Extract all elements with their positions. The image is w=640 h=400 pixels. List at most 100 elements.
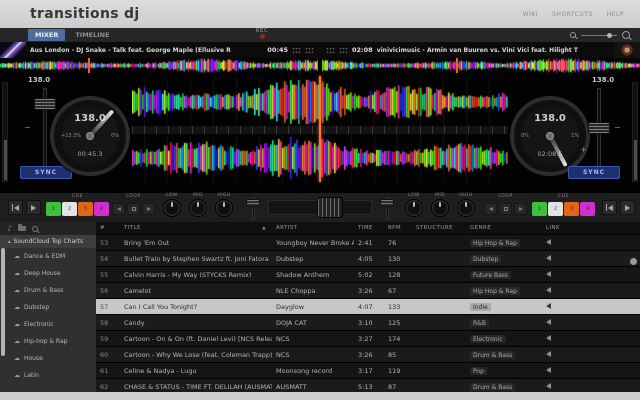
skip-back-icon — [12, 204, 14, 211]
cue-1-button[interactable]: 1 — [46, 202, 61, 216]
table-row[interactable]: 53Bring 'Em OutYoungboy Never Broke Aga2… — [96, 235, 640, 251]
sidebar-scrollbar[interactable] — [1, 248, 5, 356]
deck-a-skip-back-button[interactable] — [8, 200, 23, 215]
nav-help-link[interactable]: HELP — [607, 11, 624, 18]
cue-3-button[interactable]: 3 — [78, 202, 93, 216]
deck-b-sync-button[interactable]: SYNC — [568, 166, 620, 179]
tab-timeline[interactable]: TIMELINE — [68, 29, 116, 41]
playlist-grid-icon[interactable] — [339, 47, 348, 54]
music-note-icon[interactable]: ♪ — [7, 225, 12, 233]
cue-4-button[interactable]: 4 — [580, 202, 595, 216]
deck-a-jog-wheel[interactable]: 138.0 +13.3% 0% 00:45.3 — [50, 96, 130, 176]
col-time[interactable]: TIME — [354, 225, 384, 231]
eq-high-knob[interactable] — [215, 199, 233, 217]
deck-a-overview[interactable] — [0, 58, 318, 73]
deck-a-overview-waveform[interactable] — [0, 58, 318, 73]
deck-b-volume-handle[interactable] — [380, 199, 394, 207]
zoom-slider[interactable] — [581, 35, 617, 36]
sidebar-genre-item[interactable]: ☁Hip-hop & Rap — [0, 333, 96, 350]
sidebar-genre-item[interactable]: ☁Dance & EDM — [0, 248, 96, 265]
table-row[interactable]: 58CandyDOJA CAT3:10125R&B — [96, 315, 640, 331]
deck-b-overview[interactable] — [322, 58, 640, 73]
load-to-deck-icon[interactable] — [546, 239, 551, 245]
record-control[interactable]: REC — [248, 28, 276, 39]
nav-shortcuts-link[interactable]: SHORTCUTS — [552, 11, 593, 18]
load-to-deck-icon[interactable] — [546, 287, 551, 293]
library-table: # TITLE ▲ ARTIST TIME BPM STRUCTURE GENR… — [96, 222, 640, 392]
cue-4-button[interactable]: 4 — [94, 202, 109, 216]
col-link[interactable]: LINK — [542, 225, 572, 231]
folder-icon[interactable] — [18, 226, 26, 231]
load-to-deck-icon[interactable] — [546, 319, 551, 325]
load-to-deck-icon[interactable] — [546, 303, 551, 309]
sidebar-genre-item[interactable]: ☁Dubstep — [0, 299, 96, 316]
eq-low-knob[interactable] — [405, 199, 423, 217]
load-to-deck-icon[interactable] — [546, 351, 551, 357]
sidebar-genre-item[interactable]: ☁Electronic — [0, 316, 96, 333]
deck-a-volume-handle[interactable] — [246, 199, 260, 207]
eq-mid-knob[interactable] — [189, 199, 207, 217]
cue-3-button[interactable]: 3 — [564, 202, 579, 216]
table-row[interactable]: 60Cartoon - Why We Lose (feat. Coleman T… — [96, 347, 640, 363]
col-genre[interactable]: GENRE — [466, 225, 542, 231]
col-structure[interactable]: STRUCTURE — [412, 225, 466, 231]
load-to-deck-icon[interactable] — [546, 383, 551, 389]
sidebar-genre-item[interactable]: ☁House — [0, 350, 96, 367]
col-bpm[interactable]: BPM — [384, 225, 412, 231]
table-row[interactable]: 59Cartoon - On & On (ft. Daniel Levi) [N… — [96, 331, 640, 347]
table-row[interactable]: 61Celine & Nadya - LuguMoonsong record3:… — [96, 363, 640, 379]
cue-1-button[interactable]: 1 — [532, 202, 547, 216]
sidebar-root-item[interactable]: ▴ SoundCloud Top Charts — [0, 235, 96, 248]
loop-half-button[interactable] — [484, 203, 497, 215]
cell-artist: Dubstep — [272, 255, 354, 263]
zoom-out-icon[interactable] — [570, 32, 576, 38]
load-to-deck-icon[interactable] — [546, 367, 551, 373]
search-icon[interactable] — [32, 226, 38, 232]
loop-toggle-button[interactable] — [499, 203, 512, 215]
load-to-deck-icon[interactable] — [546, 255, 551, 261]
deck-b-skip-back-button[interactable] — [602, 200, 617, 215]
deck-b-play-button[interactable] — [620, 200, 635, 215]
playlist-grid-icon[interactable] — [292, 47, 301, 54]
deck-a-pitch-minus-icon[interactable]: − — [24, 124, 31, 132]
load-to-deck-icon[interactable] — [546, 335, 551, 341]
deck-b-pitch-minus-icon[interactable]: − — [614, 124, 621, 132]
deck-b-pitch-handle[interactable] — [588, 122, 610, 134]
deck-b-pitch-plus-icon[interactable]: + — [580, 146, 587, 154]
table-row[interactable]: 55Calvin Harris - My Way (STYCKS Remix)S… — [96, 267, 640, 283]
crossfader-handle[interactable] — [317, 197, 343, 218]
record-indicator-icon[interactable] — [260, 34, 265, 39]
deck-a-sync-button[interactable]: SYNC — [20, 166, 72, 179]
loop-toggle-button[interactable] — [127, 203, 140, 215]
deck-b-jog-wheel[interactable]: 138.0 0% 1% 02:08.5 — [510, 96, 590, 176]
table-row[interactable]: 56CamelotNLE Choppa3:2667Hip Hop & Rap — [96, 283, 640, 299]
sidebar-genre-item[interactable]: ☁Deep House — [0, 265, 96, 282]
tab-mixer[interactable]: MIXER — [28, 29, 65, 41]
loop-double-button[interactable] — [142, 203, 155, 215]
table-row[interactable]: 62CHASE & STATUS - TIME FT. DELILAH (AUS… — [96, 379, 640, 392]
load-to-deck-icon[interactable] — [546, 271, 551, 277]
col-artist[interactable]: ARTIST — [272, 225, 354, 231]
table-row[interactable]: 57Can I Call You Tonight?Dayglow4:07133I… — [96, 299, 640, 315]
sidebar-genre-item[interactable]: ☁Latin — [0, 367, 96, 384]
eq-low-knob[interactable] — [163, 199, 181, 217]
col-number[interactable]: # — [96, 225, 120, 231]
table-row[interactable]: 54Bullet Train by Stephen Swartz ft. Jon… — [96, 251, 640, 267]
zoom-in-icon[interactable] — [622, 31, 630, 39]
col-title[interactable]: TITLE ▲ — [120, 225, 272, 231]
playlist-grid-icon[interactable] — [305, 47, 314, 54]
loop-half-button[interactable] — [112, 203, 125, 215]
eq-high-knob[interactable] — [457, 199, 475, 217]
deck-a-pitch-handle[interactable] — [34, 98, 56, 110]
eq-mid-knob[interactable] — [431, 199, 449, 217]
cue-2-button[interactable]: 2 — [548, 202, 563, 216]
cue-2-button[interactable]: 2 — [62, 202, 77, 216]
sidebar-genre-item[interactable]: ☁Drum & Bass — [0, 282, 96, 299]
deck-a-play-button[interactable] — [26, 200, 41, 215]
playlist-grid-icon[interactable] — [326, 47, 335, 54]
zoom-slider-handle[interactable] — [607, 33, 612, 38]
loop-double-button[interactable] — [514, 203, 527, 215]
table-scrollbar-thumb[interactable] — [630, 258, 637, 265]
nav-wiki-link[interactable]: WIKI — [523, 11, 538, 18]
deck-b-overview-waveform[interactable] — [322, 58, 640, 73]
